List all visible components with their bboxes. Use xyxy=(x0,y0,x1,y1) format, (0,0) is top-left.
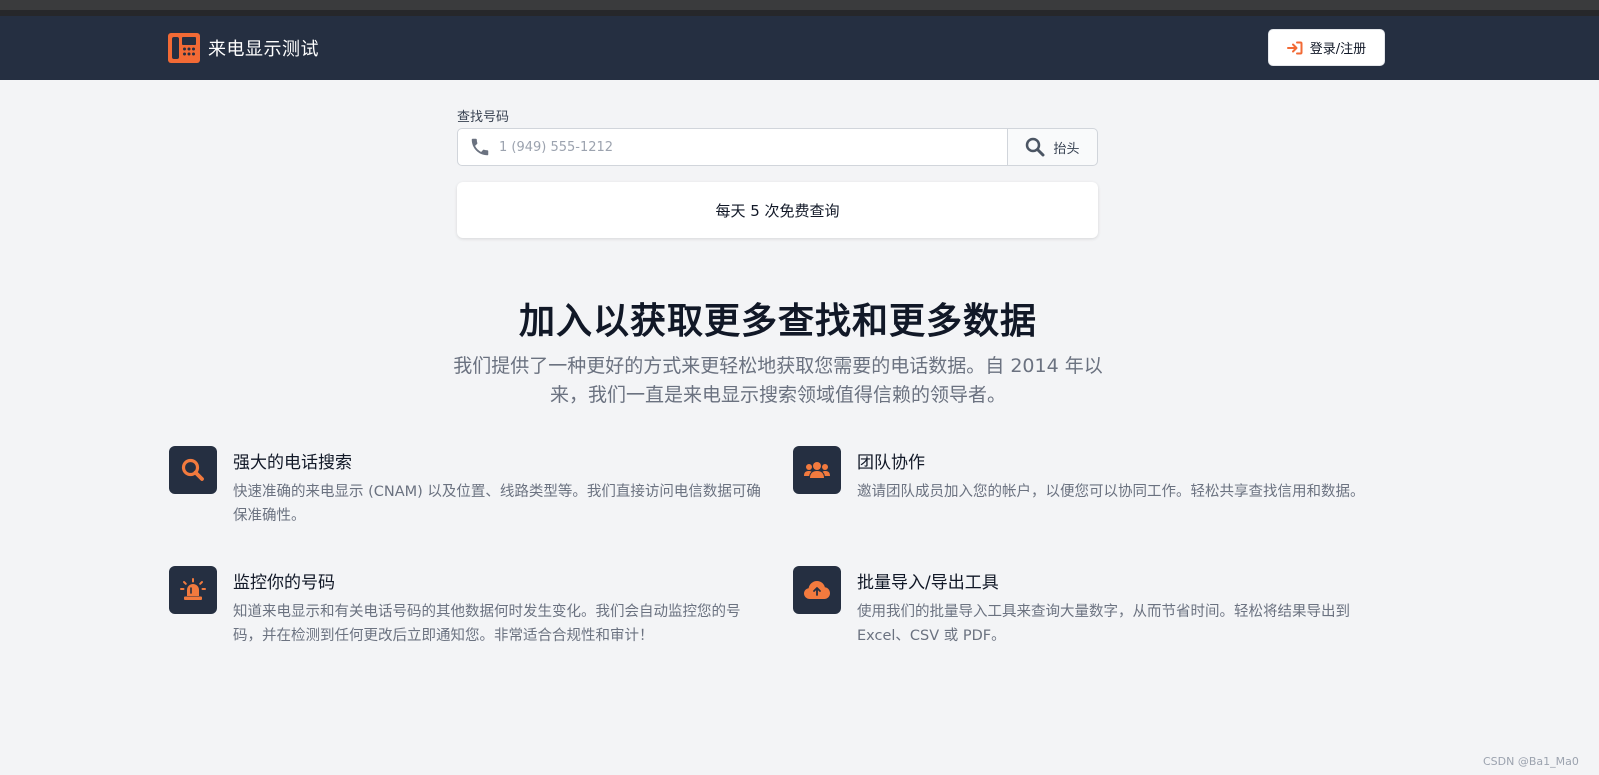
cloud-upload-icon xyxy=(804,581,830,599)
phone-logo-icon xyxy=(168,33,200,63)
sign-in-icon xyxy=(1286,41,1303,54)
search-input-wrapper xyxy=(457,128,1008,166)
browser-top-strip xyxy=(0,0,1599,16)
hero-title: 加入以获取更多查找和更多数据 xyxy=(518,301,1037,342)
feature-title: 强大的电话搜索 xyxy=(233,453,352,473)
alarm-icon xyxy=(180,578,206,600)
feature-title: 团队协作 xyxy=(857,453,925,473)
search-group: 抬头 xyxy=(457,128,1098,166)
csdn-watermark: CSDN @Ba1_Ma0 xyxy=(1483,755,1579,768)
top-navbar: 来电显示测试 登录/注册 xyxy=(0,16,1599,80)
team-icon xyxy=(804,462,830,478)
feature-description: 快速准确的来电显示 (CNAM) 以及位置、线路类型等。我们直接访问电信数据可确… xyxy=(233,484,761,524)
feature-description: 使用我们的批量导入工具来查询大量数字，从而节省时间。轻松将结果导出到 Excel… xyxy=(857,604,1350,644)
brand[interactable]: 来电显示测试 xyxy=(168,33,319,63)
feature-icon-box xyxy=(169,566,217,614)
feature-title: 批量导入/导出工具 xyxy=(857,573,999,593)
phone-icon xyxy=(471,138,489,156)
phone-number-input[interactable] xyxy=(497,131,1007,163)
feature-icon-box xyxy=(793,446,841,494)
brand-name: 来电显示测试 xyxy=(208,39,319,60)
search-label: 查找号码 xyxy=(457,110,510,125)
lookup-button[interactable]: 抬头 xyxy=(1008,128,1098,166)
login-register-label: 登录/注册 xyxy=(1309,42,1367,57)
feature-title: 监控你的号码 xyxy=(233,573,335,593)
feature-icon-box xyxy=(793,566,841,614)
feature-icon-box xyxy=(169,446,217,494)
feature-description: 知道来电显示和有关电话号码的其他数据何时发生变化。我们会自动监控您的号码，并在检… xyxy=(233,604,741,644)
lookup-button-label: 抬头 xyxy=(1053,141,1080,157)
free-lookups-text: 每天 5 次免费查询 xyxy=(715,201,840,220)
feature-description: 邀请团队成员加入您的帐户，以便您可以协同工作。轻松共享查找信用和数据。 xyxy=(857,484,1365,500)
search-icon xyxy=(1026,137,1045,157)
magnifier-icon xyxy=(181,458,204,481)
hero-subtitle: 我们提供了一种更好的方式来更轻松地获取您需要的电话数据。自 2014 年以来，我… xyxy=(453,355,1103,406)
free-lookups-card: 每天 5 次免费查询 xyxy=(457,182,1098,238)
login-register-button[interactable]: 登录/注册 xyxy=(1268,29,1385,66)
